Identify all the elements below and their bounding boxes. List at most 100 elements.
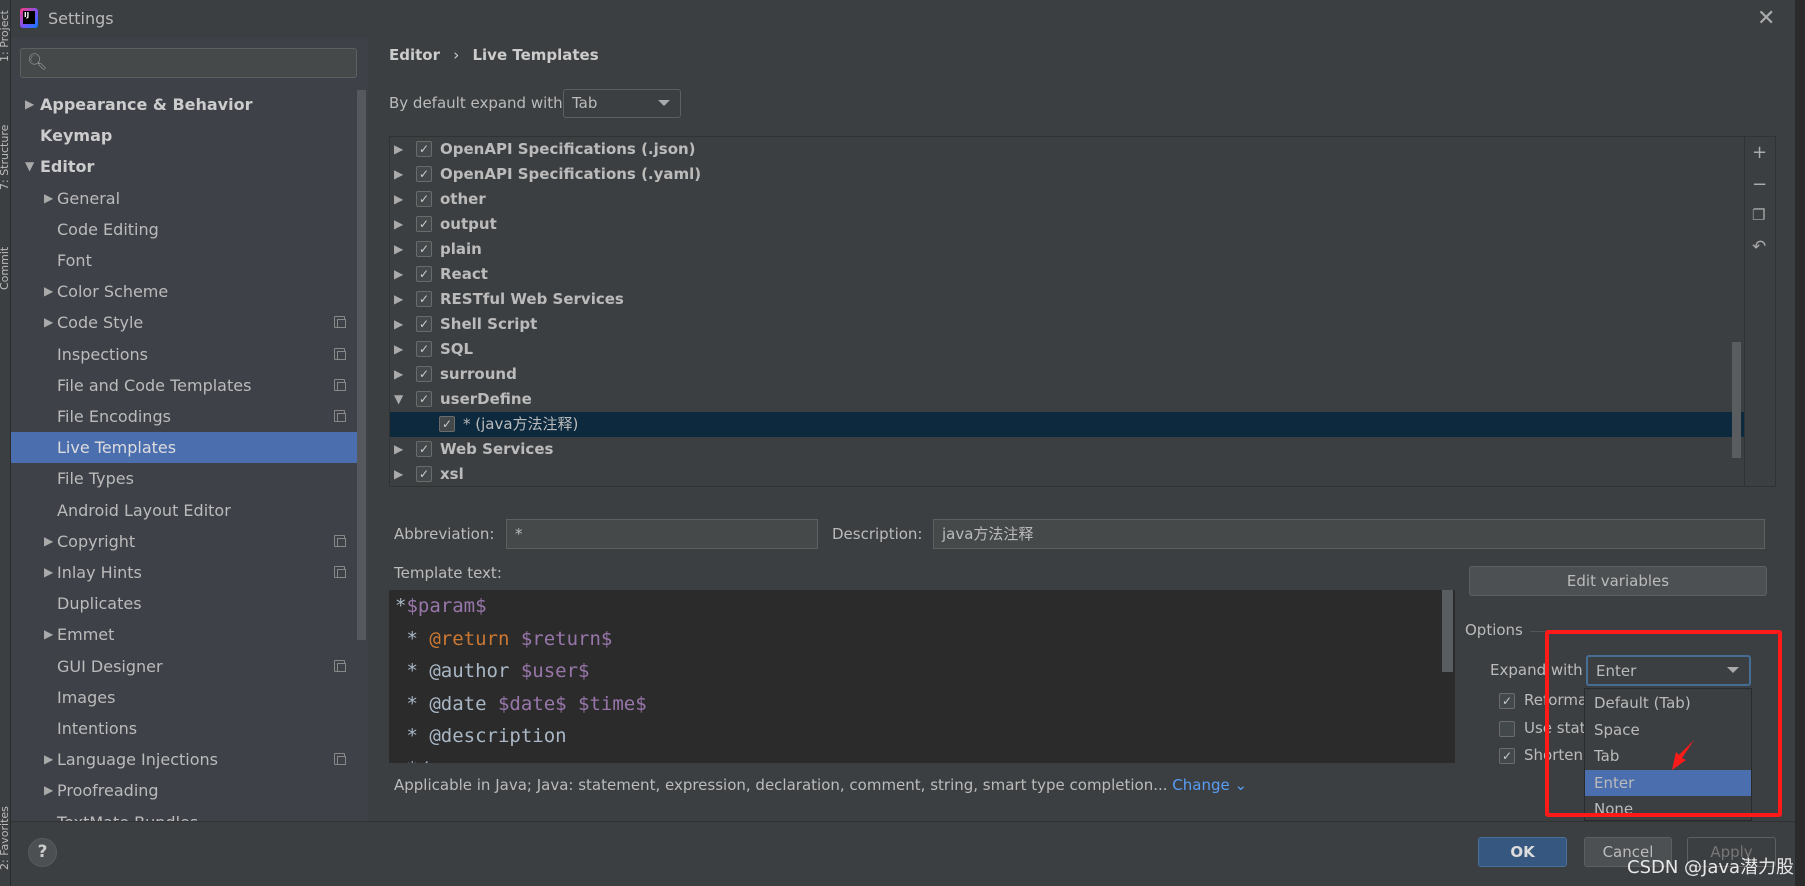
sidebar-item-emmet[interactable]: ▶ Emmet xyxy=(11,619,357,650)
template-group[interactable]: ▶ ✓ OpenAPI Specifications (.yaml) xyxy=(390,162,1744,187)
chevron-right-icon[interactable]: ▶ xyxy=(44,744,53,775)
sidebar-item-appearance-behavior[interactable]: ▶ Appearance & Behavior xyxy=(11,89,357,120)
abbreviation-input[interactable]: * xyxy=(506,519,818,549)
tool-window-structure[interactable]: 7: Structure xyxy=(0,125,11,190)
chevron-right-icon[interactable]: ▶ xyxy=(394,137,403,162)
editor-scrollbar[interactable] xyxy=(1442,590,1453,672)
chevron-right-icon[interactable]: ▶ xyxy=(44,183,53,214)
chevron-down-icon[interactable]: ▼ xyxy=(25,151,34,182)
change-contexts-link[interactable]: Change ⌄ xyxy=(1172,776,1247,794)
sidebar-item-file-encodings[interactable]: File Encodings xyxy=(11,401,357,432)
template-item[interactable]: ✓ * (java方法注释) xyxy=(390,412,1744,437)
list-scrollbar[interactable] xyxy=(1732,342,1741,458)
chevron-right-icon[interactable]: ▶ xyxy=(394,462,403,487)
sidebar-item-language-injections[interactable]: ▶ Language Injections xyxy=(11,744,357,775)
template-line: * @return $return$ xyxy=(395,628,612,650)
chevron-right-icon[interactable]: ▶ xyxy=(394,337,403,362)
option-checkbox[interactable]: ✓ xyxy=(1499,693,1515,709)
template-group[interactable]: ▶ ✓ RESTful Web Services xyxy=(390,287,1744,312)
chevron-right-icon[interactable]: ▶ xyxy=(394,187,403,212)
template-group[interactable]: ▶ ✓ SQL xyxy=(390,337,1744,362)
chevron-right-icon[interactable]: ▶ xyxy=(44,557,53,588)
chevron-right-icon[interactable]: ▶ xyxy=(44,276,53,307)
chevron-right-icon[interactable]: ▶ xyxy=(44,775,53,806)
sidebar-item-proofreading[interactable]: ▶ Proofreading xyxy=(11,775,357,806)
sidebar-scrollbar[interactable] xyxy=(357,90,366,640)
template-group[interactable]: ▶ ✓ React xyxy=(390,262,1744,287)
copy-icon[interactable]: ❐ xyxy=(1752,206,1765,224)
chevron-right-icon[interactable]: ▶ xyxy=(394,237,403,262)
edit-variables-button[interactable]: Edit variables xyxy=(1469,566,1767,596)
plus-icon[interactable]: + xyxy=(1752,142,1767,163)
option-checkbox[interactable]: ✓ xyxy=(1499,748,1515,764)
sidebar-item-images[interactable]: Images xyxy=(11,682,357,713)
breadcrumb-editor[interactable]: Editor xyxy=(389,46,440,64)
chevron-right-icon[interactable]: ▶ xyxy=(394,312,403,337)
template-group[interactable]: ▶ ✓ OpenAPI Specifications (.json) xyxy=(390,137,1744,162)
enabled-checkbox[interactable]: ✓ xyxy=(416,216,432,232)
chevron-right-icon[interactable]: ▶ xyxy=(394,212,403,237)
minus-icon[interactable]: − xyxy=(1752,174,1767,195)
enabled-checkbox[interactable]: ✓ xyxy=(416,141,432,157)
enabled-checkbox[interactable]: ✓ xyxy=(416,191,432,207)
enabled-checkbox[interactable]: ✓ xyxy=(439,416,455,432)
ok-button[interactable]: OK xyxy=(1478,837,1567,867)
sidebar-item-textmate-bundles[interactable]: TextMate Bundles xyxy=(11,807,357,821)
chevron-right-icon[interactable]: ▶ xyxy=(25,89,34,120)
chevron-right-icon[interactable]: ▶ xyxy=(394,287,403,312)
sidebar-item-font[interactable]: Font xyxy=(11,245,357,276)
chevron-right-icon[interactable]: ▶ xyxy=(44,307,53,338)
sidebar-item-copyright[interactable]: ▶ Copyright xyxy=(11,526,357,557)
chevron-right-icon[interactable]: ▶ xyxy=(44,619,53,650)
sidebar-item-code-editing[interactable]: Code Editing xyxy=(11,214,357,245)
sidebar-item-inspections[interactable]: Inspections xyxy=(11,339,357,370)
enabled-checkbox[interactable]: ✓ xyxy=(416,316,432,332)
enabled-checkbox[interactable]: ✓ xyxy=(416,391,432,407)
sidebar-item-inlay-hints[interactable]: ▶ Inlay Hints xyxy=(11,557,357,588)
sidebar-item-gui-designer[interactable]: GUI Designer xyxy=(11,651,357,682)
sidebar-item-keymap[interactable]: Keymap xyxy=(11,120,357,151)
help-button[interactable]: ? xyxy=(28,838,57,867)
enabled-checkbox[interactable]: ✓ xyxy=(416,366,432,382)
sidebar-item-editor[interactable]: ▼ Editor xyxy=(11,151,357,182)
option-checkbox[interactable] xyxy=(1499,720,1515,737)
default-expand-dropdown[interactable]: Tab xyxy=(563,89,681,118)
chevron-down-icon[interactable]: ▼ xyxy=(394,387,403,412)
description-input[interactable]: java方法注释 xyxy=(933,519,1765,549)
close-icon[interactable]: ✕ xyxy=(1757,6,1775,31)
template-group[interactable]: ▶ ✓ Shell Script xyxy=(390,312,1744,337)
template-group[interactable]: ▶ ✓ xsl xyxy=(390,462,1744,487)
sidebar-item-android-layout-editor[interactable]: Android Layout Editor xyxy=(11,495,357,526)
tool-window-commit[interactable]: Commit xyxy=(0,247,11,290)
chevron-right-icon[interactable]: ▶ xyxy=(394,262,403,287)
enabled-checkbox[interactable]: ✓ xyxy=(416,241,432,257)
enabled-checkbox[interactable]: ✓ xyxy=(416,266,432,282)
tool-window-favorites[interactable]: 2: Favorites xyxy=(0,806,11,870)
chevron-right-icon[interactable]: ▶ xyxy=(394,162,403,187)
sidebar-item-code-style[interactable]: ▶ Code Style xyxy=(11,307,357,338)
enabled-checkbox[interactable]: ✓ xyxy=(416,466,432,482)
sidebar-item-color-scheme[interactable]: ▶ Color Scheme xyxy=(11,276,357,307)
enabled-checkbox[interactable]: ✓ xyxy=(416,341,432,357)
template-group[interactable]: ▶ ✓ plain xyxy=(390,237,1744,262)
revert-icon[interactable]: ↶ xyxy=(1752,237,1766,257)
sidebar-item-general[interactable]: ▶ General xyxy=(11,183,357,214)
sidebar-item-live-templates[interactable]: Live Templates xyxy=(11,432,357,464)
sidebar-item-file-types[interactable]: File Types xyxy=(11,463,357,494)
chevron-right-icon[interactable]: ▶ xyxy=(44,526,53,557)
tool-window-project[interactable]: 1: Project xyxy=(0,10,11,62)
enabled-checkbox[interactable]: ✓ xyxy=(416,166,432,182)
chevron-right-icon[interactable]: ▶ xyxy=(394,362,403,387)
template-group[interactable]: ▶ ✓ Web Services xyxy=(390,437,1744,462)
template-text-editor[interactable]: *$param$ * @return $return$ * @author $u… xyxy=(389,590,1455,763)
template-group[interactable]: ▼ ✓ userDefine xyxy=(390,387,1744,412)
enabled-checkbox[interactable]: ✓ xyxy=(416,291,432,307)
template-group[interactable]: ▶ ✓ surround xyxy=(390,362,1744,387)
sidebar-item-intentions[interactable]: Intentions xyxy=(11,713,357,744)
enabled-checkbox[interactable]: ✓ xyxy=(416,441,432,457)
sidebar-item-file-and-code-templates[interactable]: File and Code Templates xyxy=(11,370,357,401)
sidebar-item-duplicates[interactable]: Duplicates xyxy=(11,588,357,619)
chevron-right-icon[interactable]: ▶ xyxy=(394,437,403,462)
template-group[interactable]: ▶ ✓ output xyxy=(390,212,1744,237)
template-group[interactable]: ▶ ✓ other xyxy=(390,187,1744,212)
